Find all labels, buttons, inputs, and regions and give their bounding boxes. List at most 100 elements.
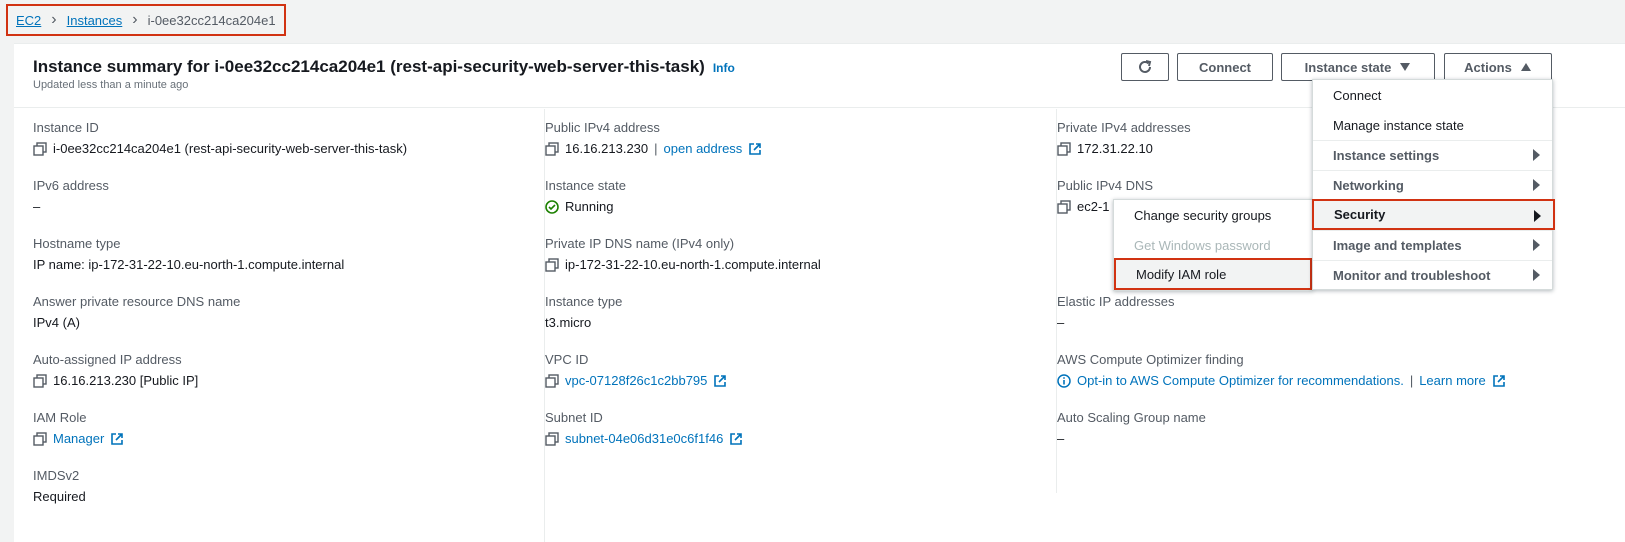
ipv6-field: IPv6 address – bbox=[33, 178, 109, 214]
public-ipv4-value: 16.16.213.230 bbox=[565, 141, 649, 156]
networking-label: Networking bbox=[1333, 177, 1404, 193]
vpc-id-label: VPC ID bbox=[545, 352, 589, 367]
learn-more-link[interactable]: Learn more bbox=[1419, 373, 1485, 388]
iam-role-link[interactable]: Manager bbox=[53, 431, 104, 446]
security-item[interactable]: Security bbox=[1312, 199, 1555, 230]
imdsv2-field: IMDSv2 Required bbox=[33, 468, 86, 504]
monitor-troubleshoot-item[interactable]: Monitor and troubleshoot bbox=[1313, 260, 1552, 290]
external-link-icon bbox=[730, 432, 743, 445]
security-label: Security bbox=[1334, 207, 1386, 222]
copy-icon[interactable] bbox=[545, 373, 559, 388]
private-ipv4-label: Private IPv4 addresses bbox=[1057, 120, 1191, 135]
submenu-arrow-icon bbox=[1533, 269, 1540, 281]
private-dns-field: Private IP DNS name (IPv4 only) ip-172-3… bbox=[545, 236, 821, 272]
page-title: Instance summary for i-0ee32cc214ca204e1… bbox=[33, 57, 735, 77]
elastic-ip-value: – bbox=[1057, 315, 1065, 330]
hostname-type-value: IP name: ip-172-31-22-10.eu-north-1.comp… bbox=[33, 257, 345, 272]
vpc-id-field: VPC ID vpc-07128f26c1c2bb795 bbox=[545, 352, 727, 388]
networking-item[interactable]: Networking bbox=[1313, 170, 1552, 200]
instance-state-label: Instance state bbox=[1304, 59, 1392, 75]
ipv6-value: – bbox=[33, 199, 41, 214]
instance-state-field-label: Instance state bbox=[545, 178, 626, 193]
instance-id-label: Instance ID bbox=[33, 120, 99, 135]
instance-state-field: Instance state Running bbox=[545, 178, 626, 214]
connect-button[interactable]: Connect bbox=[1177, 53, 1273, 81]
asg-value: – bbox=[1057, 431, 1065, 446]
copy-icon[interactable] bbox=[33, 141, 47, 156]
image-templates-item[interactable]: Image and templates bbox=[1313, 230, 1552, 260]
open-address-link[interactable]: open address bbox=[664, 141, 743, 156]
image-templates-label: Image and templates bbox=[1333, 237, 1462, 253]
subnet-id-label: Subnet ID bbox=[545, 410, 603, 425]
private-dns-label: Private IP DNS name (IPv4 only) bbox=[545, 236, 735, 251]
hostname-type-label: Hostname type bbox=[33, 236, 121, 251]
copy-icon[interactable] bbox=[1057, 199, 1071, 214]
copy-icon[interactable] bbox=[33, 373, 47, 388]
iam-role-field: IAM Role Manager bbox=[33, 410, 124, 446]
caret-up-icon bbox=[1520, 63, 1531, 71]
optimizer-field: AWS Compute Optimizer finding Opt-in to … bbox=[1057, 352, 1506, 388]
monitor-troubleshoot-label: Monitor and troubleshoot bbox=[1333, 267, 1491, 283]
breadcrumb-ec2-link[interactable]: EC2 bbox=[16, 13, 41, 28]
dns-name-field: Answer private resource DNS name IPv4 (A… bbox=[33, 294, 240, 330]
external-link-icon bbox=[714, 374, 727, 387]
chevron-right-icon: › bbox=[51, 11, 57, 28]
public-ipv4-label: Public IPv4 address bbox=[545, 120, 660, 135]
details-column-2: Public IPv4 address 16.16.213.230 | open… bbox=[544, 109, 1049, 542]
public-dns-label: Public IPv4 DNS bbox=[1057, 178, 1154, 193]
external-link-icon bbox=[1492, 374, 1505, 387]
submenu-arrow-icon bbox=[1533, 149, 1540, 161]
info-icon bbox=[1057, 373, 1071, 388]
private-dns-value: ip-172-31-22-10.eu-north-1.compute.inter… bbox=[565, 257, 821, 272]
auto-ip-label: Auto-assigned IP address bbox=[33, 352, 182, 367]
instance-state-value: Running bbox=[565, 199, 614, 214]
instance-type-value: t3.micro bbox=[545, 315, 592, 330]
instance-settings-label: Instance settings bbox=[1333, 147, 1440, 163]
dns-name-value: IPv4 (A) bbox=[33, 315, 80, 330]
breadcrumb: EC2 › Instances › i-0ee32cc214ca204e1 bbox=[6, 4, 286, 36]
chevron-right-icon: › bbox=[132, 11, 138, 28]
manage-instance-state-item[interactable]: Manage instance state bbox=[1313, 110, 1552, 140]
ipv6-label: IPv6 address bbox=[33, 178, 109, 193]
subnet-id-link[interactable]: subnet-04e06d31e0c6f1f46 bbox=[565, 431, 723, 446]
security-submenu: Change security groups Get Windows passw… bbox=[1113, 199, 1313, 291]
dns-name-label: Answer private resource DNS name bbox=[33, 294, 241, 309]
instance-type-label: Instance type bbox=[545, 294, 623, 309]
iam-role-label: IAM Role bbox=[33, 410, 87, 425]
external-link-icon bbox=[749, 142, 762, 155]
caret-down-icon bbox=[1400, 63, 1411, 71]
imdsv2-label: IMDSv2 bbox=[33, 468, 80, 483]
actions-menu: Connect Manage instance state Instance s… bbox=[1312, 79, 1555, 290]
actions-button[interactable]: Actions bbox=[1444, 53, 1552, 81]
breadcrumb-current: i-0ee32cc214ca204e1 bbox=[147, 12, 276, 28]
copy-icon[interactable] bbox=[545, 431, 559, 446]
elastic-ip-field: Elastic IP addresses – bbox=[1057, 294, 1175, 330]
copy-icon[interactable] bbox=[33, 431, 47, 446]
connect-button-label: Connect bbox=[1199, 59, 1251, 75]
instance-id-value: i-0ee32cc214ca204e1 (rest-api-security-w… bbox=[53, 141, 408, 156]
change-security-groups-item[interactable]: Change security groups bbox=[1114, 200, 1312, 230]
instance-state-button[interactable]: Instance state bbox=[1281, 53, 1435, 81]
optimizer-label: AWS Compute Optimizer finding bbox=[1057, 352, 1244, 367]
copy-icon[interactable] bbox=[545, 257, 559, 272]
last-updated-text: Updated less than a minute ago bbox=[33, 79, 189, 91]
info-link[interactable]: Info bbox=[713, 61, 735, 75]
actions-connect-item[interactable]: Connect bbox=[1313, 80, 1552, 110]
vpc-id-link[interactable]: vpc-07128f26c1c2bb795 bbox=[565, 373, 707, 388]
instance-settings-item[interactable]: Instance settings bbox=[1313, 140, 1552, 170]
asg-field: Auto Scaling Group name – bbox=[1057, 410, 1206, 446]
copy-icon[interactable] bbox=[1057, 141, 1071, 156]
submenu-arrow-icon bbox=[1533, 179, 1540, 191]
check-circle-icon bbox=[545, 199, 559, 214]
breadcrumb-instances-link[interactable]: Instances bbox=[67, 13, 123, 28]
elastic-ip-label: Elastic IP addresses bbox=[1057, 294, 1175, 309]
private-ipv4-value: 172.31.22.10 bbox=[1077, 141, 1153, 156]
copy-icon[interactable] bbox=[545, 141, 559, 156]
external-link-icon bbox=[111, 432, 124, 445]
modify-iam-role-item[interactable]: Modify IAM role bbox=[1114, 258, 1312, 290]
refresh-button[interactable] bbox=[1121, 53, 1169, 81]
get-windows-password-item: Get Windows password bbox=[1134, 237, 1271, 253]
optimizer-opt-in-link[interactable]: Opt-in to AWS Compute Optimizer for reco… bbox=[1077, 373, 1404, 388]
public-ipv4-field: Public IPv4 address 16.16.213.230 | open… bbox=[545, 120, 762, 156]
submenu-arrow-icon bbox=[1533, 239, 1540, 251]
